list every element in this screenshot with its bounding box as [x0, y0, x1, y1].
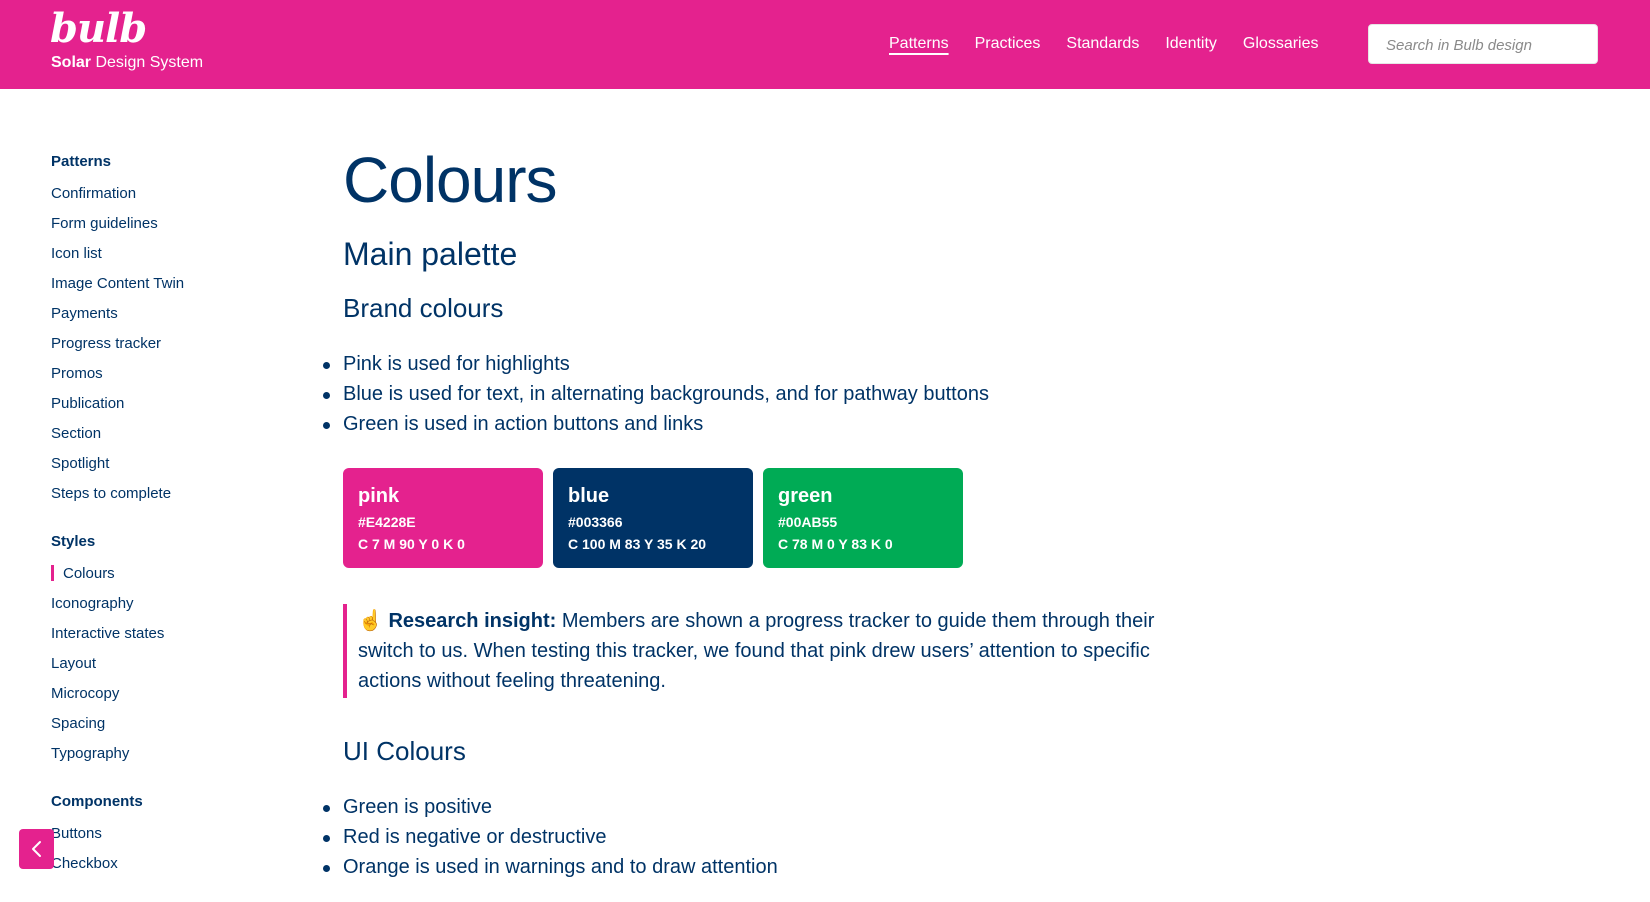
sidebar-item-typography[interactable]: Typography — [51, 744, 291, 774]
swatch-cmyk: C 7 M 90 Y 0 K 0 — [358, 536, 465, 552]
nav-standards[interactable]: Standards — [1066, 33, 1139, 55]
sidebar-item-colours[interactable]: Colours — [51, 564, 291, 594]
sidebar-item-steps-to-complete[interactable]: Steps to complete — [51, 484, 291, 514]
swatch-hex: #00AB55 — [778, 514, 838, 530]
sidebar-item-payments[interactable]: Payments — [51, 304, 291, 334]
sidebar-item-iconography[interactable]: Iconography — [51, 594, 291, 624]
sidebar-group-components: Components Buttons Checkbox — [51, 792, 291, 884]
ui-colours-heading: UI Colours — [343, 736, 466, 766]
swatch-hex: #003366 — [568, 514, 623, 530]
list-item: Orange is used in warnings and to draw a… — [323, 852, 1243, 882]
section-title: Main palette — [343, 236, 518, 272]
sidebar-item-promos[interactable]: Promos — [51, 364, 291, 394]
sidebar-group-title: Components — [51, 793, 143, 810]
nav-identity[interactable]: Identity — [1165, 33, 1217, 55]
swatch-pink: pink #E4228E C 7 M 90 Y 0 K 0 — [343, 468, 543, 568]
subtitle-brand: Solar — [51, 54, 92, 71]
sidebar-item-confirmation[interactable]: Confirmation — [51, 184, 291, 214]
sidebar-item-publication[interactable]: Publication — [51, 394, 291, 424]
sidebar-item-icon-list[interactable]: Icon list — [51, 244, 291, 274]
sidebar-nav: Patterns Confirmation Form guidelines Ic… — [51, 152, 291, 902]
search-input[interactable] — [1384, 26, 1588, 64]
swatch-cmyk: C 78 M 0 Y 83 K 0 — [778, 536, 893, 552]
site-subtitle: Solar Design System — [51, 54, 203, 72]
brand-colours-list: Pink is used for highlights Blue is used… — [323, 349, 1243, 439]
sidebar-item-buttons[interactable]: Buttons — [51, 824, 291, 854]
nav-glossaries[interactable]: Glossaries — [1243, 33, 1319, 55]
sidebar-item-image-content-twin[interactable]: Image Content Twin — [51, 274, 291, 304]
chevron-left-icon — [31, 841, 41, 857]
swatch-name: pink — [358, 485, 400, 507]
sidebar-item-form-guidelines[interactable]: Form guidelines — [51, 214, 291, 244]
pointing-up-hand-icon: ☝ — [358, 610, 383, 632]
nav-patterns[interactable]: Patterns — [889, 33, 949, 55]
list-item: Pink is used for highlights — [323, 349, 1243, 379]
sidebar-item-spotlight[interactable]: Spotlight — [51, 454, 291, 484]
nav-practices[interactable]: Practices — [975, 33, 1041, 55]
sidebar-item-layout[interactable]: Layout — [51, 654, 291, 684]
sidebar-group-title: Patterns — [51, 153, 112, 170]
colour-swatches: pink #E4228E C 7 M 90 Y 0 K 0 blue #0033… — [343, 468, 1243, 568]
sidebar-item-section[interactable]: Section — [51, 424, 291, 454]
top-header: bulb Solar Design System Patterns Practi… — [0, 0, 1650, 89]
swatch-hex: #E4228E — [358, 514, 416, 530]
main-nav: Patterns Practices Standards Identity Gl… — [889, 33, 1345, 55]
sidebar-group-title: Styles — [51, 533, 96, 550]
bulb-logo[interactable]: bulb — [50, 6, 147, 52]
research-insight-callout: ☝ Research insight: Members are shown a … — [343, 604, 1178, 698]
subtitle-rest: Design System — [91, 54, 204, 71]
list-item: Green is positive — [323, 792, 1243, 822]
sidebar-group-styles: Styles Colours Iconography Interactive s… — [51, 532, 291, 774]
list-item: Red is negative or destructive — [323, 822, 1243, 852]
sidebar-item-progress-tracker[interactable]: Progress tracker — [51, 334, 291, 364]
page-title: Colours — [343, 144, 558, 216]
main-content: Colours Main palette Brand colours Pink … — [323, 140, 1243, 882]
sidebar-collapse-button[interactable] — [19, 829, 54, 869]
insight-title: Research insight: — [388, 610, 557, 632]
sidebar-item-spacing[interactable]: Spacing — [51, 714, 291, 744]
swatch-cmyk: C 100 M 83 Y 35 K 20 — [568, 536, 707, 552]
list-item: Green is used in action buttons and link… — [323, 409, 1243, 439]
sidebar-item-checkbox[interactable]: Checkbox — [51, 854, 291, 884]
sidebar-item-interactive-states[interactable]: Interactive states — [51, 624, 291, 654]
swatch-name: green — [778, 485, 833, 507]
swatch-name: blue — [568, 485, 610, 507]
swatch-green: green #00AB55 C 78 M 0 Y 83 K 0 — [763, 468, 963, 568]
search-box — [1368, 24, 1598, 64]
sidebar-item-microcopy[interactable]: Microcopy — [51, 684, 291, 714]
sidebar-group-patterns: Patterns Confirmation Form guidelines Ic… — [51, 152, 291, 514]
list-item: Blue is used for text, in alternating ba… — [323, 379, 1243, 409]
swatch-blue: blue #003366 C 100 M 83 Y 35 K 20 — [553, 468, 753, 568]
ui-colours-list: Green is positive Red is negative or des… — [323, 792, 1243, 882]
brand-colours-heading: Brand colours — [343, 293, 504, 323]
